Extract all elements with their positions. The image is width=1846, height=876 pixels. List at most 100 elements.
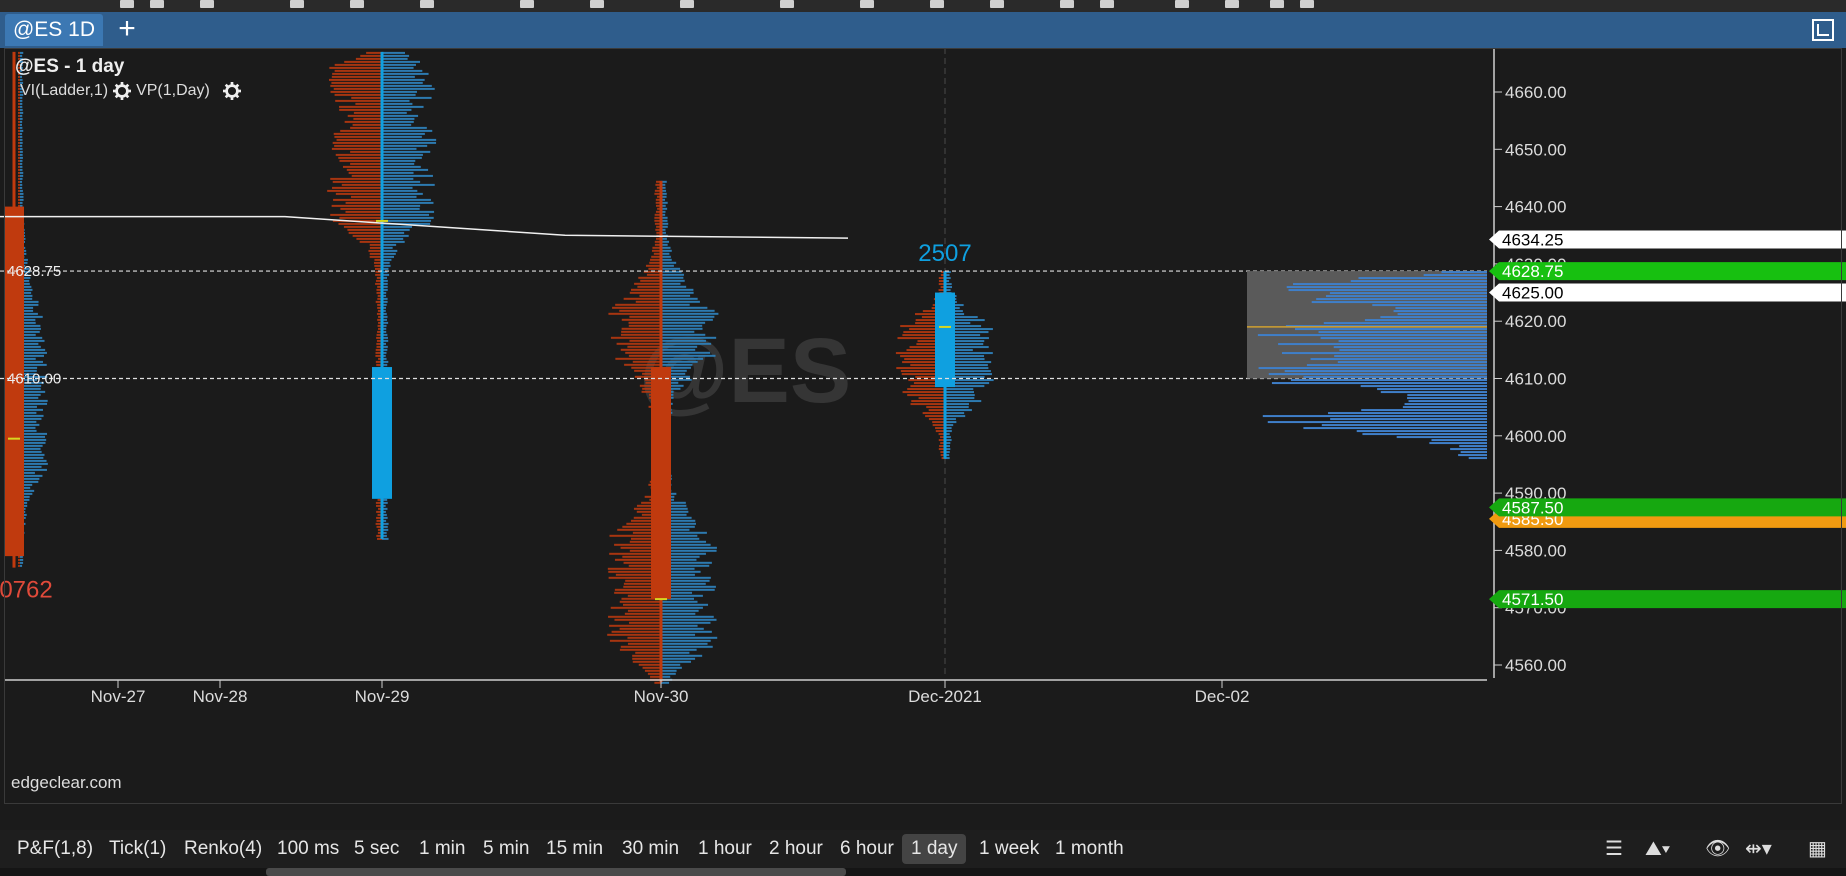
volume-bar-sell <box>638 276 661 279</box>
volume-bar-buy <box>20 432 48 435</box>
calendar-icon[interactable]: ▦ <box>1808 836 1827 862</box>
timeframe-1-day[interactable]: 1 day <box>902 834 967 864</box>
toolbar-icon[interactable] <box>930 0 944 8</box>
volume-bar-sell <box>610 336 661 339</box>
price-chart[interactable]: @ES076225074628.754610.004660.004650.004… <box>0 48 1846 830</box>
tab-es-1d[interactable]: @ES 1D <box>5 14 103 46</box>
volume-bar-buy <box>382 84 432 87</box>
volume-bar-buy <box>661 294 691 297</box>
indicator-legend: VI(Ladder,1) VP(1,Day) <box>20 82 241 100</box>
toolbar-icon[interactable] <box>150 0 164 8</box>
toolbar-icon[interactable] <box>290 0 304 8</box>
volume-bar-buy <box>20 201 23 204</box>
volume-bar-buy <box>20 177 23 180</box>
timeframe-30-min[interactable]: 30 min <box>613 834 688 864</box>
volume-bar-buy <box>20 123 22 126</box>
indicator-vp-label[interactable]: VP(1,Day) <box>136 82 210 100</box>
volume-bar-sell <box>18 150 20 153</box>
toolbar-icon[interactable] <box>420 0 434 8</box>
candle-body[interactable] <box>372 367 392 499</box>
volume-bar-sell <box>330 177 382 180</box>
timeframe-5-min[interactable]: 5 min <box>474 834 538 864</box>
volume-bar-sell <box>607 633 661 636</box>
volume-bar-buy <box>382 150 431 153</box>
volume-bar-buy <box>382 141 437 144</box>
scrollbar-thumb[interactable] <box>266 868 846 876</box>
volume-bar-sell <box>351 96 382 99</box>
timeframe-renko-4[interactable]: Renko(4) <box>175 834 271 864</box>
volume-bar-buy <box>661 321 706 324</box>
toolbar-icon[interactable] <box>590 0 604 8</box>
maximize-icon[interactable] <box>1812 19 1834 41</box>
toolbar-icon[interactable] <box>990 0 1004 8</box>
volume-bar-buy <box>20 189 23 192</box>
toolbar-icon[interactable] <box>1100 0 1114 8</box>
profile-bar <box>1311 301 1487 304</box>
timeframe-p-f-1-8[interactable]: P&F(1,8) <box>8 834 102 864</box>
volume-bar-sell <box>608 615 661 618</box>
volume-bar-sell <box>911 400 945 403</box>
timeframe-2-hour[interactable]: 2 hour <box>760 834 832 864</box>
x-tick-label: Nov-28 <box>193 687 248 706</box>
volume-bar-buy <box>382 219 431 222</box>
volume-bar-sell <box>620 348 661 351</box>
volume-bar-sell <box>18 114 20 117</box>
list-icon[interactable]: ☰ <box>1605 836 1623 862</box>
candle-body[interactable] <box>651 367 671 600</box>
volume-bar-sell <box>352 234 382 237</box>
timeframe-1-hour[interactable]: 1 hour <box>689 834 761 864</box>
profile-bar <box>1330 418 1487 421</box>
toolbar-icon[interactable] <box>1270 0 1284 8</box>
volume-bar-sell <box>368 249 382 252</box>
volume-bar-buy <box>382 210 435 213</box>
toolbar-icon[interactable] <box>1060 0 1074 8</box>
volume-bar-buy <box>382 165 421 168</box>
x-tick-label: Dec-02 <box>1195 687 1250 706</box>
gear-icon[interactable] <box>222 82 241 100</box>
toolbar-icon[interactable] <box>1225 0 1239 8</box>
timeframe-15-min[interactable]: 15 min <box>537 834 612 864</box>
timeframe-100-ms[interactable]: 100 ms <box>268 834 348 864</box>
volume-bar-buy <box>382 243 397 246</box>
candle-body[interactable] <box>935 292 955 388</box>
toolbar-icon[interactable] <box>780 0 794 8</box>
volume-bar-sell <box>18 105 20 108</box>
toolbar-icon[interactable] <box>200 0 214 8</box>
profile-bar <box>1458 454 1487 457</box>
chart-type-icon[interactable]: ⛰▾ <box>1645 836 1670 862</box>
timeframe-1-min[interactable]: 1 min <box>410 834 474 864</box>
timeframe-tick-1[interactable]: Tick(1) <box>100 834 175 864</box>
timeframe-5-sec[interactable]: 5 sec <box>345 834 408 864</box>
volume-bar-sell <box>334 93 382 96</box>
volume-bar-buy <box>20 159 23 162</box>
gear-icon[interactable] <box>113 82 132 100</box>
add-tab-button[interactable]: + <box>113 14 141 46</box>
timeframe-1-month[interactable]: 1 month <box>1046 834 1133 864</box>
volume-bar-sell <box>369 255 382 258</box>
range-icon[interactable]: ⇹▾ <box>1745 836 1772 862</box>
indicator-vi-label[interactable]: VI(Ladder,1) <box>20 82 108 100</box>
toolbar-icon[interactable] <box>680 0 694 8</box>
profile-bar <box>1306 364 1487 367</box>
eye-icon[interactable]: 👁 <box>1705 836 1730 862</box>
toolbar-icon[interactable] <box>1300 0 1314 8</box>
profile-bar <box>1318 331 1487 334</box>
volume-bar-buy <box>661 657 696 660</box>
volume-bar-sell <box>334 144 382 147</box>
volume-bar-buy <box>661 609 699 612</box>
volume-bar-sell <box>18 147 20 150</box>
volume-bar-buy <box>382 147 417 150</box>
timeframe-6-hour[interactable]: 6 hour <box>831 834 903 864</box>
volume-bar-buy <box>382 69 423 72</box>
timeframe-1-week[interactable]: 1 week <box>970 834 1048 864</box>
toolbar-icon[interactable] <box>520 0 534 8</box>
volume-bar-buy <box>382 117 415 120</box>
toolbar-icon[interactable] <box>860 0 874 8</box>
volume-bar-sell <box>328 78 382 81</box>
volume-bar-sell <box>620 645 661 648</box>
profile-bar <box>1393 310 1487 313</box>
volume-bar-sell <box>18 135 20 138</box>
toolbar-icon[interactable] <box>120 0 134 8</box>
toolbar-icon[interactable] <box>1175 0 1189 8</box>
toolbar-icon[interactable] <box>350 0 364 8</box>
